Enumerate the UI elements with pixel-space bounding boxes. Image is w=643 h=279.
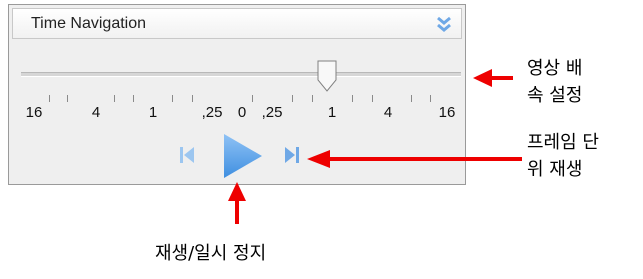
- speed-annotation-arrow: [473, 69, 513, 87]
- play-pause-annotation-arrow: [228, 182, 246, 224]
- frame-annotation-arrow: [307, 150, 522, 168]
- frame-annotation-line1: 프레임 단: [527, 132, 599, 153]
- play-pause-annotation: 재생/일시 정지: [155, 243, 267, 264]
- frame-annotation-line2: 위 재생: [527, 159, 583, 180]
- speed-annotation-line2: 속 설정: [527, 85, 583, 106]
- speed-annotation-line1: 영상 배: [527, 58, 583, 79]
